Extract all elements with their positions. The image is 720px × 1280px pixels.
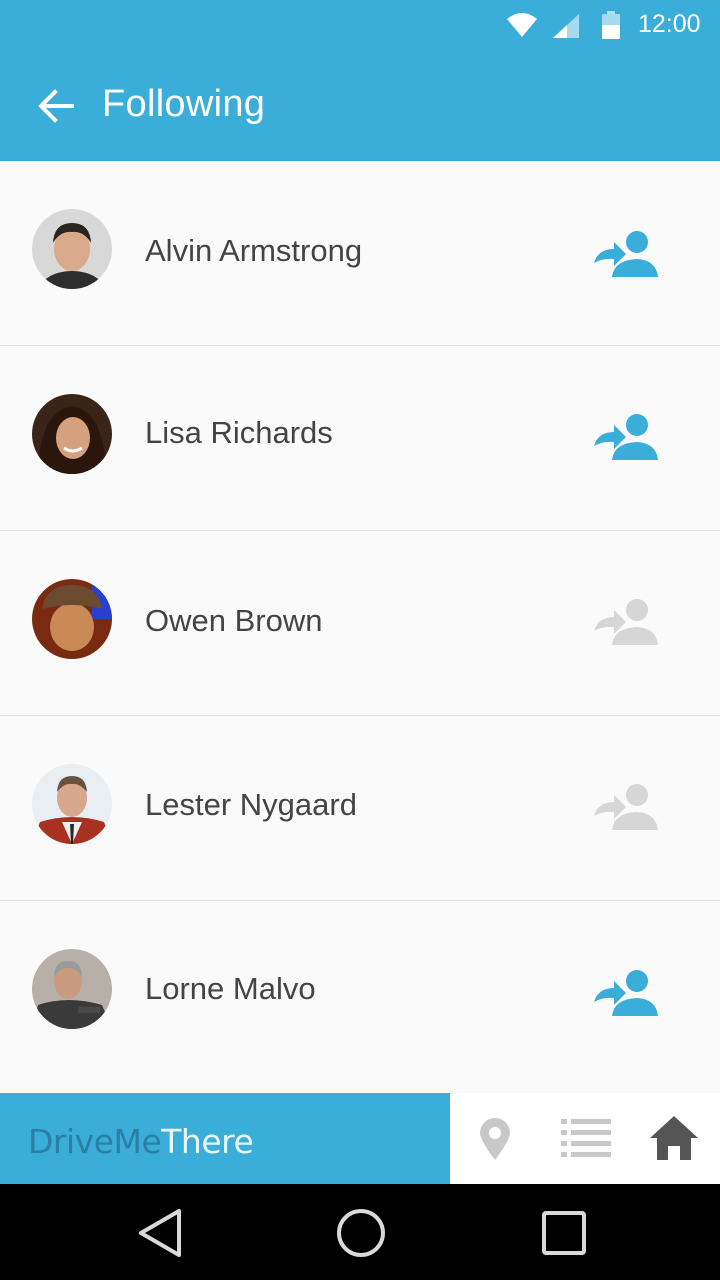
- list-item[interactable]: Lorne Malvo: [0, 901, 720, 1086]
- status-time: 12:00: [638, 10, 701, 38]
- list-item[interactable]: Owen Brown: [0, 531, 720, 716]
- person-name: Owen Brown: [145, 603, 323, 638]
- avatar: [32, 209, 112, 289]
- follow-user-icon[interactable]: [590, 229, 658, 277]
- follow-user-icon[interactable]: [590, 968, 658, 1016]
- person-name: Lisa Richards: [145, 415, 333, 450]
- follow-user-icon[interactable]: [590, 412, 658, 460]
- avatar: [32, 579, 112, 659]
- person-name: Alvin Armstrong: [145, 233, 363, 268]
- list-item[interactable]: Lester Nygaard: [0, 716, 720, 901]
- brand-logo: DriveMeThere: [28, 1122, 254, 1161]
- list-icon[interactable]: [561, 1119, 611, 1159]
- wifi-icon: [507, 13, 537, 37]
- avatar: [32, 394, 112, 474]
- nav-icons: [450, 1093, 720, 1184]
- status-bar: 12:00: [0, 0, 720, 50]
- recents-square-icon[interactable]: [540, 1208, 588, 1258]
- person-name: Lorne Malvo: [145, 971, 316, 1006]
- avatar: [32, 764, 112, 844]
- avatar: [32, 949, 112, 1029]
- home-icon[interactable]: [650, 1116, 698, 1160]
- arrow-back-icon[interactable]: [36, 86, 76, 126]
- list-item[interactable]: Alvin Armstrong: [0, 161, 720, 346]
- location-pin-icon[interactable]: [478, 1118, 512, 1160]
- cell-signal-icon: [553, 14, 579, 38]
- home-circle-icon[interactable]: [336, 1208, 386, 1258]
- battery-icon: [602, 11, 620, 39]
- follow-user-icon[interactable]: [590, 782, 658, 830]
- back-triangle-icon[interactable]: [137, 1208, 183, 1258]
- app-bar: Following: [0, 50, 720, 161]
- bottom-nav: DriveMeThere: [0, 1093, 720, 1184]
- follow-user-icon[interactable]: [590, 597, 658, 645]
- system-nav-bar: [0, 1184, 720, 1280]
- following-list: Alvin Armstrong Lisa Richards Owen Brown…: [0, 161, 720, 1092]
- person-name: Lester Nygaard: [145, 787, 357, 822]
- list-item[interactable]: Lisa Richards: [0, 346, 720, 531]
- page-title: Following: [102, 83, 266, 125]
- brand-area: DriveMeThere: [0, 1093, 450, 1184]
